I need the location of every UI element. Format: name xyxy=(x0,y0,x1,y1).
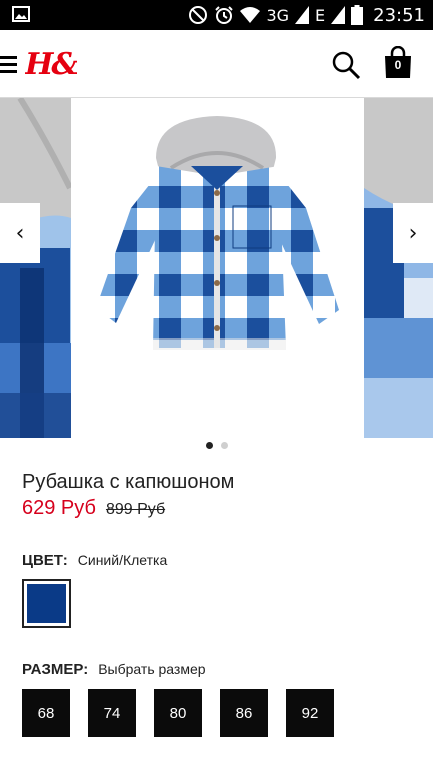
size-options: 68 74 80 86 92 xyxy=(22,689,334,737)
hm-logo[interactable]: H&M xyxy=(24,45,112,82)
chevron-left-icon: ‹ xyxy=(15,220,25,246)
original-price: 899 Руб xyxy=(105,501,166,518)
network-type-3g: 3G xyxy=(266,5,290,25)
svg-text:H&M: H&M xyxy=(25,47,77,81)
sale-price: 629 Руб xyxy=(22,497,96,519)
color-value: Синий/Клетка xyxy=(77,552,168,568)
status-bar: 3G E 23:51 xyxy=(0,0,433,30)
hamburger-menu-icon[interactable] xyxy=(0,54,18,74)
size-placeholder: Выбрать размер xyxy=(98,661,206,677)
product-image-carousel[interactable]: ‹ › xyxy=(0,98,433,440)
size-label: РАЗМЕР: xyxy=(22,661,89,678)
price-row: 629 Руб 899 Руб xyxy=(22,497,165,520)
size-button-92[interactable]: 92 xyxy=(286,689,334,737)
size-button-80[interactable]: 80 xyxy=(154,689,202,737)
cart-count-badge: 0 xyxy=(394,58,402,72)
carousel-indicator xyxy=(0,442,433,452)
wifi-icon xyxy=(240,7,261,23)
color-swatch-fill xyxy=(27,584,66,623)
carousel-next-button[interactable]: › xyxy=(393,203,433,263)
do-not-disturb-icon xyxy=(189,6,208,24)
search-icon[interactable] xyxy=(331,50,361,80)
color-label: ЦВЕТ: xyxy=(22,552,68,569)
signal-icon xyxy=(295,6,310,24)
color-swatch-selected[interactable] xyxy=(22,579,71,628)
shopping-bag-icon[interactable]: 0 xyxy=(383,45,413,80)
signal-2-icon xyxy=(331,6,346,24)
next-product-image[interactable] xyxy=(364,98,433,438)
battery-icon xyxy=(351,5,364,25)
status-icons: 3G E 23:51 xyxy=(188,3,425,27)
chevron-right-icon: › xyxy=(408,220,418,246)
size-button-68[interactable]: 68 xyxy=(22,689,70,737)
carousel-dot-2[interactable] xyxy=(220,442,228,449)
network-type-e: E xyxy=(315,5,326,25)
size-button-86[interactable]: 86 xyxy=(220,689,268,737)
size-button-74[interactable]: 74 xyxy=(88,689,136,737)
clock: 23:51 xyxy=(373,4,425,26)
previous-product-image[interactable] xyxy=(0,98,71,438)
product-title: Рубашка с капюшоном xyxy=(22,471,235,493)
size-row: РАЗМЕР: Выбрать размер xyxy=(22,661,206,678)
gallery-notification-icon xyxy=(12,6,30,27)
carousel-dot-1[interactable] xyxy=(205,442,213,449)
color-row: ЦВЕТ: Синий/Клетка xyxy=(22,552,167,569)
alarm-icon xyxy=(215,6,234,24)
product-image[interactable] xyxy=(71,98,364,438)
app-header: H&M 0 xyxy=(0,30,433,98)
carousel-prev-button[interactable]: ‹ xyxy=(0,203,40,263)
